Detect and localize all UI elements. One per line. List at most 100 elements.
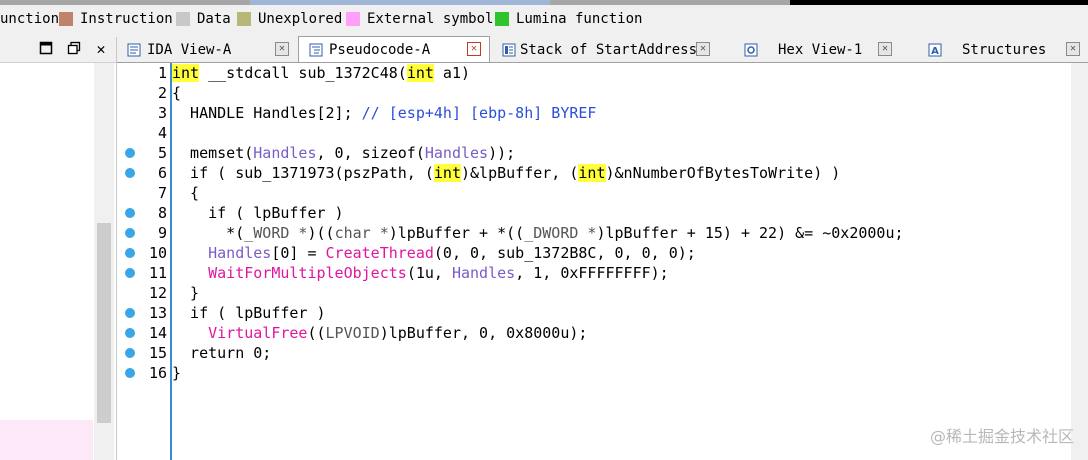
legend-item-external-symbol: External symbol — [346, 11, 493, 27]
navigation-band-segment — [0, 0, 250, 5]
legend-label: Data — [197, 11, 231, 27]
pane-controls: ✕ — [0, 37, 116, 63]
code-line[interactable]: 3 HANDLE Handles[2]; // [esp+4h] [ebp-8h… — [117, 103, 1071, 123]
close-tab-icon[interactable]: ✕ — [467, 42, 481, 56]
code-line[interactable]: 8 if ( lpBuffer ) — [117, 203, 1071, 223]
navigation-band-segment — [550, 0, 790, 5]
line-number: 7 — [157, 184, 167, 202]
selected-function-row[interactable] — [0, 420, 93, 460]
legend-swatch — [59, 12, 73, 26]
watermark: @稀土掘金技术社区 — [929, 427, 1074, 446]
line-number: 9 — [157, 224, 167, 242]
legend-swatch — [495, 12, 509, 26]
code-line[interactable]: 12 } — [117, 283, 1071, 303]
code-text[interactable]: if ( lpBuffer ) — [172, 303, 325, 323]
legend-item-unexplored: Unexplored — [237, 11, 342, 27]
tab-ida-view-a[interactable]: IDA View-A ✕ — [117, 37, 297, 62]
svg-text:A: A — [931, 46, 939, 57]
legend-label: unction — [0, 11, 60, 27]
tab-label: Pseudocode-A — [329, 41, 431, 58]
tab-label: Hex View-1 — [778, 41, 863, 58]
scrollbar-thumb[interactable] — [97, 223, 111, 423]
line-number: 4 — [157, 124, 167, 142]
code-line[interactable]: 15 return 0; — [117, 343, 1071, 363]
code-text[interactable]: memset(Handles, 0, sizeof(Handles)); — [172, 143, 515, 163]
code-text[interactable]: *(_WORD *)((char *)lpBuffer + *((_DWORD … — [172, 223, 903, 243]
close-tab-icon[interactable]: ✕ — [1066, 42, 1080, 56]
line-number: 6 — [157, 164, 167, 182]
line-number: 11 — [148, 264, 167, 282]
code-line[interactable]: 5 memset(Handles, 0, sizeof(Handles)); — [117, 143, 1071, 163]
legend-label: External symbol — [367, 11, 494, 27]
code-text[interactable]: int __stdcall sub_1372C48(int a1) — [172, 63, 470, 83]
line-number: 5 — [157, 144, 167, 162]
close-tab-icon[interactable]: ✕ — [275, 42, 289, 56]
legend-item-instruction: Instruction — [59, 11, 173, 27]
code-text[interactable]: } — [172, 283, 199, 303]
code-text[interactable]: { — [172, 83, 181, 103]
navigation-band[interactable] — [0, 0, 1088, 5]
legend-item-function: unction — [0, 11, 59, 27]
structures-icon: A — [928, 43, 942, 57]
line-number: 1 — [157, 64, 167, 82]
line-number: 3 — [157, 104, 167, 122]
legend-label: Instruction — [80, 11, 173, 27]
line-number: 2 — [157, 84, 167, 102]
code-text[interactable]: { — [172, 183, 199, 203]
maximize-icon[interactable] — [38, 41, 54, 57]
legend-label: Unexplored — [258, 11, 343, 27]
code-line[interactable]: 9 *(_WORD *)((char *)lpBuffer + *((_DWOR… — [117, 223, 1071, 243]
line-number: 14 — [148, 324, 167, 342]
tab-hex-view-1[interactable]: Hex View-1 ✕ — [720, 37, 900, 62]
code-text[interactable]: HANDLE Handles[2]; // [esp+4h] [ebp-8h] … — [172, 103, 596, 123]
tab-label: Stack of StartAddress — [520, 41, 698, 58]
code-line[interactable]: 16 } — [117, 363, 1071, 383]
tab-structures[interactable]: A Structures ✕ — [902, 37, 1088, 62]
tab-pseudocode-a[interactable]: Pseudocode-A ✕ — [298, 36, 490, 62]
close-tab-icon[interactable]: ✕ — [696, 42, 710, 56]
tab-bar: IDA View-A ✕ Pseudocode-A ✕ Stack of Sta… — [117, 36, 1088, 63]
line-number: 12 — [148, 284, 167, 302]
code-line[interactable]: 13 if ( lpBuffer ) — [117, 303, 1071, 323]
line-number: 10 — [148, 244, 167, 262]
code-line[interactable]: 7 { — [117, 183, 1071, 203]
legend-bar: unction Instruction Data Unexplored Exte… — [0, 0, 1088, 37]
editor-scrollbar[interactable] — [1071, 63, 1088, 460]
code-text[interactable]: if ( lpBuffer ) — [172, 203, 343, 223]
close-icon[interactable]: ✕ — [93, 41, 109, 57]
legend-swatch — [237, 12, 251, 26]
code-line[interactable]: 2 { — [117, 83, 1071, 103]
tab-label: IDA View-A — [147, 41, 232, 58]
code-line[interactable]: 11 WaitForMultipleObjects(1u, Handles, 1… — [117, 263, 1071, 283]
code-line[interactable]: 14 VirtualFree((LPVOID)lpBuffer, 0, 0x80… — [117, 323, 1071, 343]
line-number: 15 — [148, 344, 167, 362]
navigation-band-segment — [250, 0, 550, 5]
code-text[interactable]: if ( sub_1371973(pszPath, (int)&lpBuffer… — [172, 163, 840, 183]
code-text[interactable]: WaitForMultipleObjects(1u, Handles, 1, 0… — [172, 263, 669, 283]
navigation-band-segment — [790, 0, 1088, 5]
close-tab-icon[interactable]: ✕ — [878, 42, 892, 56]
tab-stack-of-startaddress[interactable]: Stack of StartAddress ✕ — [490, 37, 718, 62]
ida-view-icon — [127, 43, 141, 57]
code-text[interactable]: Handles[0] = CreateThread(0, 0, sub_1372… — [172, 243, 696, 263]
tab-label: Structures — [962, 41, 1047, 58]
code-text[interactable]: return 0; — [172, 343, 271, 363]
left-scrollbar[interactable] — [94, 63, 114, 460]
legend-label: Lumina function — [516, 11, 643, 27]
hex-view-icon — [744, 43, 758, 57]
legend-item-lumina-function: Lumina function — [495, 11, 642, 27]
code-line[interactable]: 4 — [117, 123, 1071, 143]
stack-icon — [502, 43, 516, 57]
code-line[interactable]: 10 Handles[0] = CreateThread(0, 0, sub_1… — [117, 243, 1071, 263]
legend-swatch — [346, 12, 360, 26]
code-text[interactable]: VirtualFree((LPVOID)lpBuffer, 0, 0x8000u… — [172, 323, 587, 343]
code-line[interactable]: 1 int __stdcall sub_1372C48(int a1) — [117, 63, 1071, 83]
code-line[interactable]: 6 if ( sub_1371973(pszPath, (int)&lpBuff… — [117, 163, 1071, 183]
restore-icon[interactable] — [66, 41, 82, 57]
line-number: 16 — [148, 364, 167, 382]
legend-item-data: Data — [176, 11, 231, 27]
line-number: 13 — [148, 304, 167, 322]
line-number: 8 — [157, 204, 167, 222]
legend-swatch — [176, 12, 190, 26]
code-text[interactable]: } — [172, 363, 181, 383]
